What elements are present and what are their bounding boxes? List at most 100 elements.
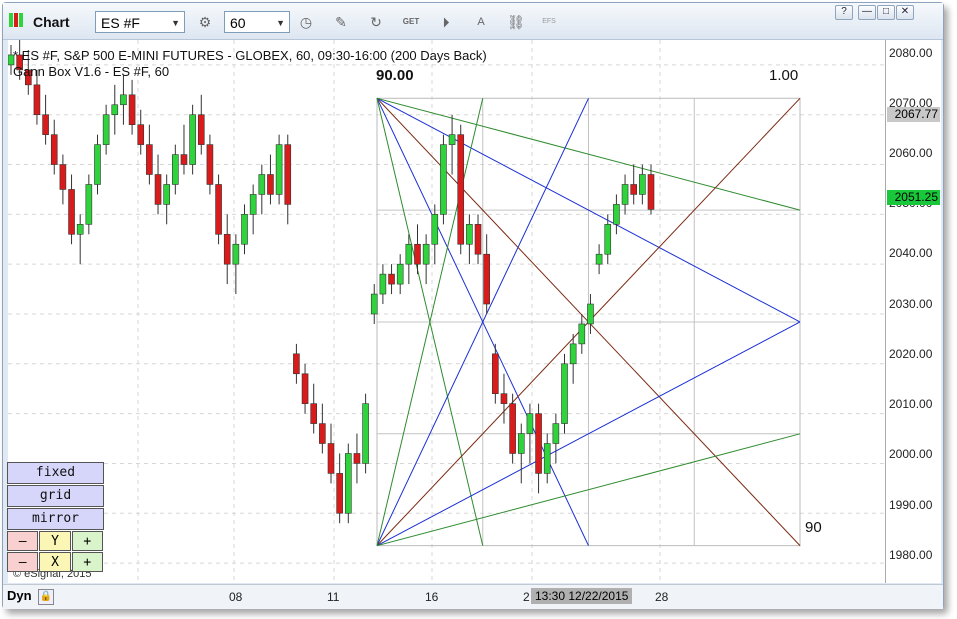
candle-body <box>379 273 387 295</box>
get-icon[interactable]: GET <box>400 12 422 32</box>
candle-body <box>500 393 508 404</box>
settings-icon[interactable]: ⚙ <box>194 12 216 32</box>
candle-body <box>492 353 499 394</box>
candle-body <box>128 94 136 125</box>
candle-body <box>85 184 93 225</box>
candle-body <box>587 303 594 325</box>
refresh-icon[interactable]: ↻ <box>365 12 387 32</box>
candle-body <box>180 154 188 165</box>
price-tick: 2060.00 <box>889 146 933 160</box>
close-button[interactable]: ✕ <box>896 5 914 20</box>
candle-body <box>223 233 231 265</box>
candle-body <box>578 323 586 345</box>
help-button[interactable]: ? <box>835 5 853 20</box>
chart-window: Chart ES #F ▼ ⚙ 60 ▼ ◷ ✎ ↻ GET ⏵ A ⛓ EFS… <box>2 2 944 609</box>
candle-body <box>431 214 439 245</box>
chart-info-line: * ES #F, S&P 500 E-MINI FUTURES - GLOBEX… <box>13 48 487 63</box>
candle-body <box>189 114 196 165</box>
candle-body <box>163 184 170 205</box>
grid-button[interactable]: grid <box>7 485 104 507</box>
candle-body <box>561 363 568 424</box>
candle-body <box>621 184 629 205</box>
candle-body <box>146 144 153 175</box>
pencil-icon[interactable]: ✎ <box>330 12 352 32</box>
chevron-down-icon[interactable]: ▼ <box>171 12 180 34</box>
candle-body <box>68 189 75 235</box>
x-plus-button[interactable]: + <box>71 552 103 572</box>
window-title: Chart <box>33 14 70 30</box>
candle-body <box>569 343 577 365</box>
date-tick: 11 <box>327 590 340 604</box>
price-tick: 2080.00 <box>889 46 933 60</box>
candle-body <box>535 413 542 474</box>
y-plus-button[interactable]: + <box>71 531 103 551</box>
date-tick: 16 <box>425 590 439 604</box>
candle-body <box>457 134 465 245</box>
candle-body <box>448 134 456 145</box>
candle-body <box>543 443 551 474</box>
y-minus-button[interactable]: – <box>7 531 39 551</box>
gann-top-left-label: 90.00 <box>376 67 414 84</box>
price-tick: 1980.00 <box>889 548 933 562</box>
candle-body <box>422 243 430 265</box>
candle-body <box>59 164 67 190</box>
candle-body <box>344 453 352 514</box>
price-tick: 1990.00 <box>889 498 933 512</box>
link-icon[interactable]: ⛓ <box>505 12 527 32</box>
candle-body <box>414 243 421 265</box>
candle-body <box>215 184 222 235</box>
candle-body <box>336 473 343 514</box>
clock-icon[interactable]: ◷ <box>295 12 317 32</box>
dyn-label: Dyn <box>7 588 32 603</box>
candle-body <box>197 114 205 145</box>
candle-body <box>466 224 473 245</box>
maximize-button[interactable]: □ <box>877 5 895 20</box>
candle-body <box>388 273 395 285</box>
candle-body <box>526 413 534 434</box>
candle-body <box>120 94 127 106</box>
mirror-button[interactable]: mirror <box>7 508 104 530</box>
price-axis[interactable]: 2080.00 2070.00 2060.00 2050.00 2040.00 … <box>886 40 941 583</box>
chart-app-icon <box>9 13 25 27</box>
candle-body <box>293 353 300 375</box>
candle-body <box>613 204 620 225</box>
date-tick: 2 <box>523 590 530 604</box>
candle-body <box>301 373 309 404</box>
candle-body <box>319 423 326 444</box>
a-icon[interactable]: A <box>470 12 492 32</box>
candle-body <box>474 224 482 255</box>
gann-bottom-right-label: 90 <box>805 519 822 536</box>
candle-body <box>76 224 84 235</box>
candle-body <box>310 403 318 424</box>
efs-icon[interactable]: EFS <box>538 12 560 32</box>
interval-input[interactable]: 60 ▼ <box>224 11 290 33</box>
price-tick: 2000.00 <box>889 447 933 461</box>
candle-body <box>111 104 119 116</box>
candle-body <box>440 144 447 215</box>
play-icon[interactable]: ⏵ <box>435 12 457 32</box>
lock-icon[interactable]: 🔒 <box>38 589 54 605</box>
candle-body <box>517 433 525 454</box>
chart-area[interactable]: * ES #F, S&P 500 E-MINI FUTURES - GLOBEX… <box>7 40 886 583</box>
minimize-button[interactable]: — <box>858 5 876 20</box>
interval-value: 60 <box>230 15 246 31</box>
last-price-label: 2051.25 <box>887 190 940 205</box>
candle-body <box>552 423 560 444</box>
x-minus-button[interactable]: – <box>7 552 39 572</box>
x-axis-label: X <box>39 552 71 572</box>
chevron-down-icon[interactable]: ▼ <box>276 12 285 34</box>
candle-body <box>639 174 646 195</box>
gann-control-panel: fixed grid mirror – Y + – X + <box>7 462 104 573</box>
date-axis[interactable]: Dyn 🔒 08 11 16 2 28 13:30 12/22/2015 <box>3 584 943 609</box>
symbol-value: ES #F <box>101 15 140 31</box>
candle-body <box>154 174 162 205</box>
candle-body <box>33 84 41 116</box>
candle-body <box>327 443 335 474</box>
price-chart[interactable] <box>7 40 885 583</box>
candle-body <box>258 174 266 195</box>
symbol-input[interactable]: ES #F ▼ <box>95 11 185 33</box>
candle-body <box>137 124 145 145</box>
candle-body <box>630 184 638 195</box>
fixed-button[interactable]: fixed <box>7 462 104 484</box>
candle-body <box>172 154 179 185</box>
